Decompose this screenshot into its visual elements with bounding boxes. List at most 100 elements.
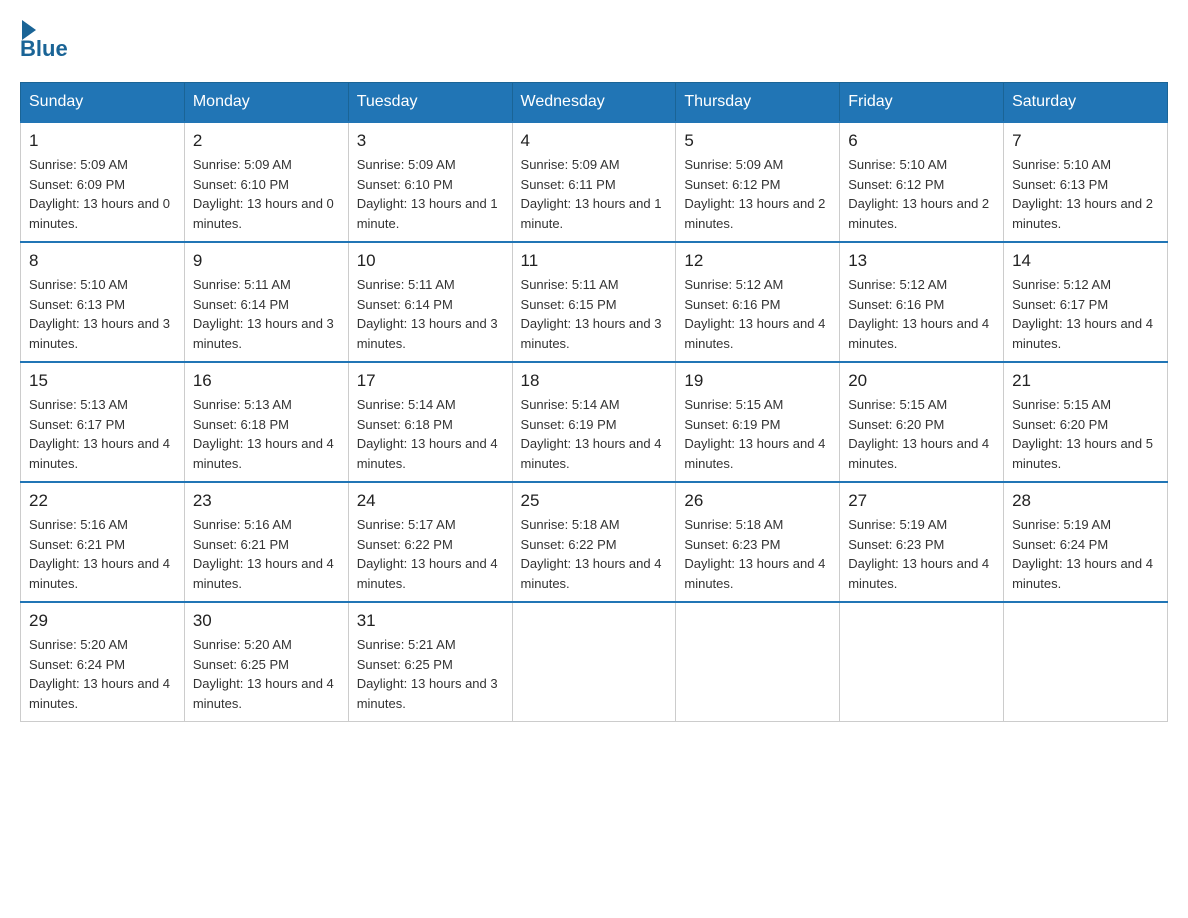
sunset-label: Sunset: 6:25 PM <box>193 657 289 672</box>
day-info: Sunrise: 5:14 AM Sunset: 6:18 PM Dayligh… <box>357 395 504 473</box>
daylight-label: Daylight: 13 hours and 4 minutes. <box>684 436 825 471</box>
header-tuesday: Tuesday <box>348 83 512 123</box>
day-number: 16 <box>193 371 340 391</box>
day-number: 17 <box>357 371 504 391</box>
sunrise-label: Sunrise: 5:16 AM <box>29 517 128 532</box>
calendar-table: Sunday Monday Tuesday Wednesday Thursday… <box>20 82 1168 722</box>
header-saturday: Saturday <box>1004 83 1168 123</box>
day-info: Sunrise: 5:16 AM Sunset: 6:21 PM Dayligh… <box>193 515 340 593</box>
sunrise-label: Sunrise: 5:09 AM <box>29 157 128 172</box>
calendar-day-cell: 5 Sunrise: 5:09 AM Sunset: 6:12 PM Dayli… <box>676 122 840 242</box>
daylight-label: Daylight: 13 hours and 1 minute. <box>521 196 662 231</box>
day-number: 7 <box>1012 131 1159 151</box>
calendar-day-cell: 6 Sunrise: 5:10 AM Sunset: 6:12 PM Dayli… <box>840 122 1004 242</box>
sunrise-label: Sunrise: 5:09 AM <box>357 157 456 172</box>
logo: Blue <box>20 20 68 62</box>
day-number: 5 <box>684 131 831 151</box>
day-number: 25 <box>521 491 668 511</box>
calendar-day-cell: 9 Sunrise: 5:11 AM Sunset: 6:14 PM Dayli… <box>184 242 348 362</box>
daylight-label: Daylight: 13 hours and 4 minutes. <box>193 556 334 591</box>
daylight-label: Daylight: 13 hours and 4 minutes. <box>684 556 825 591</box>
header-monday: Monday <box>184 83 348 123</box>
day-number: 26 <box>684 491 831 511</box>
day-info: Sunrise: 5:13 AM Sunset: 6:17 PM Dayligh… <box>29 395 176 473</box>
sunrise-label: Sunrise: 5:20 AM <box>29 637 128 652</box>
calendar-day-cell: 14 Sunrise: 5:12 AM Sunset: 6:17 PM Dayl… <box>1004 242 1168 362</box>
sunrise-label: Sunrise: 5:21 AM <box>357 637 456 652</box>
sunrise-label: Sunrise: 5:11 AM <box>521 277 619 292</box>
sunrise-label: Sunrise: 5:10 AM <box>1012 157 1111 172</box>
calendar-day-cell: 23 Sunrise: 5:16 AM Sunset: 6:21 PM Dayl… <box>184 482 348 602</box>
sunrise-label: Sunrise: 5:10 AM <box>29 277 128 292</box>
daylight-label: Daylight: 13 hours and 3 minutes. <box>357 676 498 711</box>
day-info: Sunrise: 5:12 AM Sunset: 6:17 PM Dayligh… <box>1012 275 1159 353</box>
day-info: Sunrise: 5:19 AM Sunset: 6:23 PM Dayligh… <box>848 515 995 593</box>
day-number: 1 <box>29 131 176 151</box>
sunset-label: Sunset: 6:11 PM <box>521 177 616 192</box>
daylight-label: Daylight: 13 hours and 4 minutes. <box>521 436 662 471</box>
day-info: Sunrise: 5:15 AM Sunset: 6:20 PM Dayligh… <box>1012 395 1159 473</box>
sunset-label: Sunset: 6:15 PM <box>521 297 617 312</box>
sunrise-label: Sunrise: 5:09 AM <box>684 157 783 172</box>
calendar-week-row: 29 Sunrise: 5:20 AM Sunset: 6:24 PM Dayl… <box>21 602 1168 722</box>
sunrise-label: Sunrise: 5:12 AM <box>848 277 947 292</box>
day-info: Sunrise: 5:09 AM Sunset: 6:12 PM Dayligh… <box>684 155 831 233</box>
header-sunday: Sunday <box>21 83 185 123</box>
sunset-label: Sunset: 6:21 PM <box>29 537 125 552</box>
sunrise-label: Sunrise: 5:15 AM <box>848 397 947 412</box>
logo-subtitle: Blue <box>20 36 68 62</box>
calendar-day-cell: 4 Sunrise: 5:09 AM Sunset: 6:11 PM Dayli… <box>512 122 676 242</box>
day-number: 4 <box>521 131 668 151</box>
daylight-label: Daylight: 13 hours and 4 minutes. <box>684 316 825 351</box>
calendar-day-cell: 1 Sunrise: 5:09 AM Sunset: 6:09 PM Dayli… <box>21 122 185 242</box>
day-number: 23 <box>193 491 340 511</box>
day-number: 12 <box>684 251 831 271</box>
daylight-label: Daylight: 13 hours and 4 minutes. <box>29 676 170 711</box>
sunset-label: Sunset: 6:12 PM <box>848 177 944 192</box>
calendar-day-cell: 31 Sunrise: 5:21 AM Sunset: 6:25 PM Dayl… <box>348 602 512 722</box>
day-info: Sunrise: 5:18 AM Sunset: 6:23 PM Dayligh… <box>684 515 831 593</box>
sunset-label: Sunset: 6:23 PM <box>684 537 780 552</box>
daylight-label: Daylight: 13 hours and 3 minutes. <box>29 316 170 351</box>
calendar-day-cell: 11 Sunrise: 5:11 AM Sunset: 6:15 PM Dayl… <box>512 242 676 362</box>
sunset-label: Sunset: 6:09 PM <box>29 177 125 192</box>
calendar-day-cell: 27 Sunrise: 5:19 AM Sunset: 6:23 PM Dayl… <box>840 482 1004 602</box>
day-info: Sunrise: 5:11 AM Sunset: 6:14 PM Dayligh… <box>357 275 504 353</box>
day-number: 10 <box>357 251 504 271</box>
sunset-label: Sunset: 6:20 PM <box>848 417 944 432</box>
header-wednesday: Wednesday <box>512 83 676 123</box>
daylight-label: Daylight: 13 hours and 3 minutes. <box>193 316 334 351</box>
day-number: 18 <box>521 371 668 391</box>
day-info: Sunrise: 5:12 AM Sunset: 6:16 PM Dayligh… <box>848 275 995 353</box>
day-number: 28 <box>1012 491 1159 511</box>
day-info: Sunrise: 5:14 AM Sunset: 6:19 PM Dayligh… <box>521 395 668 473</box>
daylight-label: Daylight: 13 hours and 5 minutes. <box>1012 436 1153 471</box>
day-number: 15 <box>29 371 176 391</box>
day-number: 11 <box>521 251 668 271</box>
sunrise-label: Sunrise: 5:13 AM <box>193 397 292 412</box>
sunset-label: Sunset: 6:23 PM <box>848 537 944 552</box>
sunrise-label: Sunrise: 5:13 AM <box>29 397 128 412</box>
sunrise-label: Sunrise: 5:19 AM <box>848 517 947 532</box>
daylight-label: Daylight: 13 hours and 4 minutes. <box>357 556 498 591</box>
daylight-label: Daylight: 13 hours and 1 minute. <box>357 196 498 231</box>
day-info: Sunrise: 5:15 AM Sunset: 6:19 PM Dayligh… <box>684 395 831 473</box>
daylight-label: Daylight: 13 hours and 3 minutes. <box>521 316 662 351</box>
calendar-day-cell: 18 Sunrise: 5:14 AM Sunset: 6:19 PM Dayl… <box>512 362 676 482</box>
calendar-day-cell <box>1004 602 1168 722</box>
calendar-day-cell: 25 Sunrise: 5:18 AM Sunset: 6:22 PM Dayl… <box>512 482 676 602</box>
daylight-label: Daylight: 13 hours and 0 minutes. <box>29 196 170 231</box>
day-info: Sunrise: 5:10 AM Sunset: 6:13 PM Dayligh… <box>1012 155 1159 233</box>
calendar-header-row: Sunday Monday Tuesday Wednesday Thursday… <box>21 83 1168 123</box>
day-number: 30 <box>193 611 340 631</box>
calendar-week-row: 15 Sunrise: 5:13 AM Sunset: 6:17 PM Dayl… <box>21 362 1168 482</box>
calendar-day-cell: 20 Sunrise: 5:15 AM Sunset: 6:20 PM Dayl… <box>840 362 1004 482</box>
calendar-day-cell: 24 Sunrise: 5:17 AM Sunset: 6:22 PM Dayl… <box>348 482 512 602</box>
daylight-label: Daylight: 13 hours and 2 minutes. <box>848 196 989 231</box>
day-info: Sunrise: 5:09 AM Sunset: 6:09 PM Dayligh… <box>29 155 176 233</box>
day-number: 21 <box>1012 371 1159 391</box>
daylight-label: Daylight: 13 hours and 2 minutes. <box>1012 196 1153 231</box>
calendar-day-cell: 2 Sunrise: 5:09 AM Sunset: 6:10 PM Dayli… <box>184 122 348 242</box>
sunset-label: Sunset: 6:24 PM <box>1012 537 1108 552</box>
calendar-week-row: 8 Sunrise: 5:10 AM Sunset: 6:13 PM Dayli… <box>21 242 1168 362</box>
